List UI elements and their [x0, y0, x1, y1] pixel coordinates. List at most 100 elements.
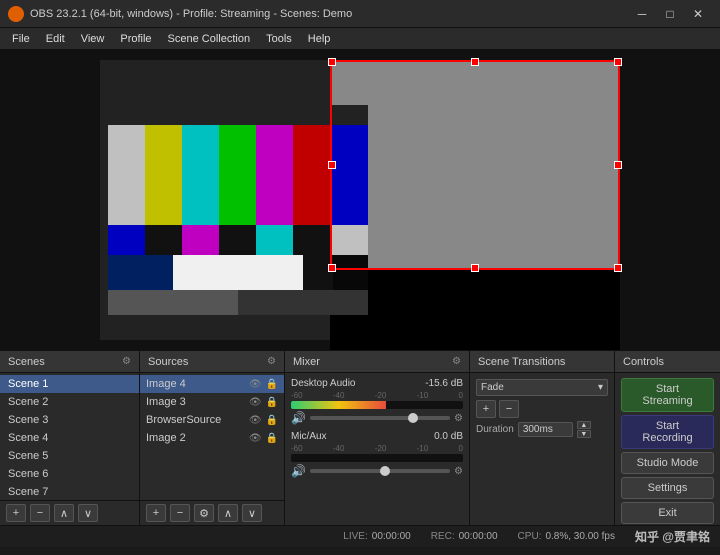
close-button[interactable]: ✕ [684, 0, 712, 28]
menu-edit[interactable]: Edit [38, 31, 73, 47]
source-icons-4: 👁 🔒 [249, 433, 278, 444]
rec-label: REC: [431, 531, 455, 542]
sources-remove-button[interactable]: − [170, 504, 190, 522]
source-icons-3: 👁 🔒 [249, 415, 278, 426]
mixer-mic-gear[interactable]: ⚙ [454, 466, 463, 477]
scene-item-6[interactable]: Scene 6 [0, 465, 139, 483]
test-pattern [108, 105, 368, 315]
eye-icon-4[interactable]: 👁 [249, 433, 262, 444]
scenes-remove-button[interactable]: − [30, 504, 50, 522]
menu-view[interactable]: View [73, 31, 113, 47]
lock-icon-1[interactable]: 🔒 [266, 379, 278, 390]
menu-scene-collection[interactable]: Scene Collection [160, 31, 259, 47]
minimize-button[interactable]: ─ [628, 0, 656, 28]
rec-status: REC: 00:00:00 [431, 531, 498, 542]
scene-item-7[interactable]: Scene 7 [0, 483, 139, 500]
mixer-gear-icon[interactable]: ⚙ [452, 356, 461, 367]
scene-item-4[interactable]: Scene 4 [0, 429, 139, 447]
sources-up-button[interactable]: ∧ [218, 504, 238, 522]
scenes-footer: + − ∧ ∨ [0, 500, 139, 525]
speaker-desktop-icon[interactable]: 🔊 [291, 411, 306, 425]
settings-button[interactable]: Settings [621, 477, 714, 499]
speaker-mic-icon[interactable]: 🔊 [291, 464, 306, 478]
eye-icon-1[interactable]: 👁 [249, 379, 262, 390]
chevron-down-icon: ▾ [598, 382, 603, 393]
mixer-panel: Mixer ⚙ Desktop Audio -15.6 dB -60-40-20… [285, 351, 470, 525]
preview-black-right [620, 50, 720, 350]
mixer-desktop-thumb [408, 413, 418, 423]
controls-header-label: Controls [623, 356, 664, 368]
duration-increment-button[interactable]: ▲ [577, 421, 591, 429]
eye-icon-3[interactable]: 👁 [249, 415, 262, 426]
transition-type-label: Fade [481, 382, 504, 393]
sources-down-button[interactable]: ∨ [242, 504, 262, 522]
scenes-gear-icon[interactable]: ⚙ [122, 356, 131, 367]
live-value: 00:00:00 [372, 531, 411, 542]
mixer-content: Desktop Audio -15.6 dB -60-40-20-100 🔊 ⚙ [285, 373, 469, 525]
sources-gear-icon[interactable]: ⚙ [267, 356, 276, 367]
app-icon [8, 6, 24, 22]
menu-tools[interactable]: Tools [258, 31, 300, 47]
mixer-track-mic-header: Mic/Aux 0.0 dB [291, 431, 463, 442]
menu-help[interactable]: Help [300, 31, 339, 47]
statusbar: LIVE: 00:00:00 REC: 00:00:00 CPU: 0.8%, … [0, 525, 720, 547]
preview-black-left [0, 50, 100, 350]
duration-label: Duration [476, 424, 514, 435]
cpu-label: CPU: [518, 531, 542, 542]
transition-add-button[interactable]: + [476, 400, 496, 418]
scene-item-3[interactable]: Scene 3 [0, 411, 139, 429]
sources-gear-button[interactable]: ⚙ [194, 504, 214, 522]
lock-icon-2[interactable]: 🔒 [266, 397, 278, 408]
titlebar: OBS 23.2.1 (64-bit, windows) - Profile: … [0, 0, 720, 28]
scene-item-5[interactable]: Scene 5 [0, 447, 139, 465]
preview-black-bottom-right [330, 270, 620, 350]
transition-remove-button[interactable]: − [499, 400, 519, 418]
source-label-1: Image 4 [146, 378, 186, 390]
sources-header-label: Sources [148, 356, 188, 368]
controls-panel-header: Controls [615, 351, 720, 373]
cpu-value: 0.8%, 30.00 fps [545, 531, 615, 542]
mixer-mic-slider[interactable] [310, 469, 450, 473]
scenes-up-button[interactable]: ∧ [54, 504, 74, 522]
sources-add-button[interactable]: + [146, 504, 166, 522]
duration-decrement-button[interactable]: ▼ [577, 430, 591, 438]
duration-input[interactable]: 300ms [518, 422, 573, 437]
live-label: LIVE: [343, 531, 367, 542]
mixer-mic-thumb [380, 466, 390, 476]
maximize-button[interactable]: □ [656, 0, 684, 28]
source-item-4[interactable]: Image 2 👁 🔒 [140, 429, 284, 447]
source-label-2: Image 3 [146, 396, 186, 408]
duration-spinner: ▲ ▼ [577, 421, 591, 438]
mixer-desktop-slider[interactable] [310, 416, 450, 420]
source-item-2[interactable]: Image 3 👁 🔒 [140, 393, 284, 411]
source-item-3[interactable]: BrowserSource 👁 🔒 [140, 411, 284, 429]
eye-icon-2[interactable]: 👁 [249, 397, 262, 408]
menu-profile[interactable]: Profile [112, 31, 159, 47]
transition-type-select[interactable]: Fade ▾ [476, 379, 608, 396]
controls-panel: Controls Start Streaming Start Recording… [615, 351, 720, 525]
scenes-add-button[interactable]: + [6, 504, 26, 522]
start-streaming-button[interactable]: Start Streaming [621, 378, 714, 412]
lock-icon-3[interactable]: 🔒 [266, 415, 278, 426]
scenes-down-button[interactable]: ∨ [78, 504, 98, 522]
preview-gray-content [330, 60, 620, 270]
scene-item-2[interactable]: Scene 2 [0, 393, 139, 411]
mixer-desktop-level: -15.6 dB [425, 378, 463, 389]
source-label-4: Image 2 [146, 432, 186, 444]
sources-list: Image 4 👁 🔒 Image 3 👁 🔒 BrowserSource 👁 … [140, 373, 284, 500]
menu-file[interactable]: File [4, 31, 38, 47]
mixer-desktop-ticks: -60-40-20-100 [291, 391, 463, 400]
sources-panel-header: Sources ⚙ [140, 351, 284, 373]
start-recording-button[interactable]: Start Recording [621, 415, 714, 449]
scene-item-1[interactable]: Scene 1 [0, 375, 139, 393]
mixer-desktop-gear[interactable]: ⚙ [454, 413, 463, 424]
scenes-panel: Scenes ⚙ Scene 1 Scene 2 Scene 3 Scene 4… [0, 351, 140, 525]
source-item-1[interactable]: Image 4 👁 🔒 [140, 375, 284, 393]
transitions-header-label: Scene Transitions [478, 356, 565, 368]
mixer-mic-ticks: -60-40-20-100 [291, 444, 463, 453]
lock-icon-4[interactable]: 🔒 [266, 433, 278, 444]
studio-mode-button[interactable]: Studio Mode [621, 452, 714, 474]
exit-button[interactable]: Exit [621, 502, 714, 524]
source-icons-2: 👁 🔒 [249, 397, 278, 408]
source-label-3: BrowserSource [146, 414, 221, 426]
